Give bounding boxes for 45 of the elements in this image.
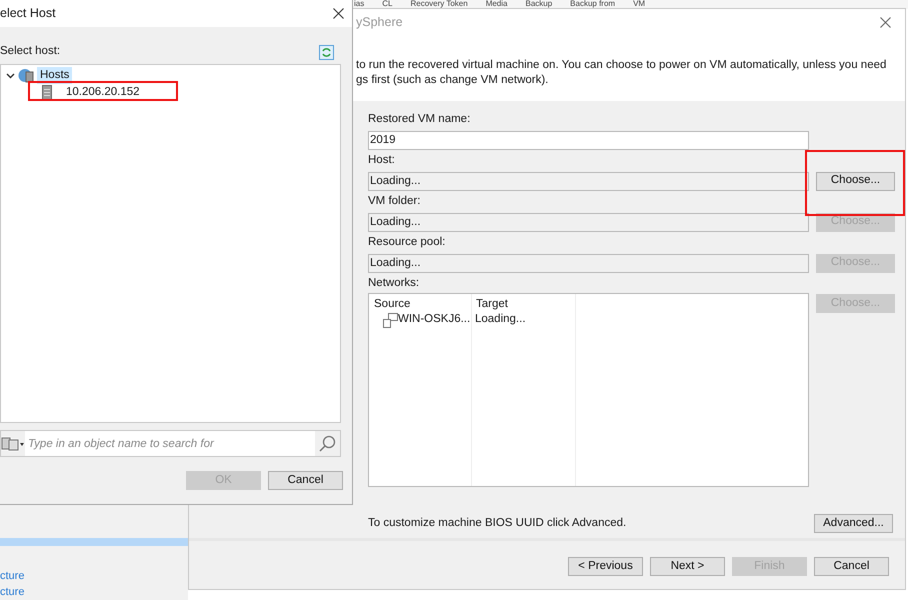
refresh-icon[interactable] xyxy=(319,44,334,60)
column-header: Recovery Token xyxy=(410,0,468,9)
column-header: CL xyxy=(382,0,392,9)
tree-item[interactable]: 10.206.20.152 xyxy=(63,84,143,102)
object-type-icon[interactable] xyxy=(1,436,25,450)
footer-button[interactable]: Next > xyxy=(650,557,725,576)
field-label: VM folder: xyxy=(368,194,422,209)
column-header: Backup from xyxy=(570,0,616,9)
field-label: Networks: xyxy=(368,276,420,291)
choose-button[interactable]: Choose... xyxy=(816,172,895,190)
search-icon[interactable] xyxy=(319,435,336,452)
choose-button[interactable]: Advanced... xyxy=(814,514,893,533)
dialog-title: elect Host xyxy=(0,5,56,22)
field-label: Host: xyxy=(368,153,396,168)
column-header: Media xyxy=(486,0,508,9)
nav-link[interactable]: cture xyxy=(0,568,188,584)
footer-button[interactable]: < Previous xyxy=(568,557,643,576)
footer-button[interactable]: Cancel xyxy=(814,557,889,576)
prompt-label: Select host: xyxy=(0,44,60,60)
column-header: Backup xyxy=(525,0,552,9)
column-header: Source xyxy=(374,297,412,312)
text-field[interactable]: Loading... xyxy=(368,172,809,190)
network-target: Loading... xyxy=(475,312,526,328)
close-icon[interactable] xyxy=(333,8,344,19)
column-header: VM xyxy=(633,0,646,9)
text-field[interactable]: 2019 xyxy=(368,130,809,150)
description-text: to run the recovered virtual machine on. You can choose to power on VM automatically, unless you need xyxy=(356,58,888,73)
text-field[interactable]: Loading... xyxy=(368,212,809,232)
column-header: Target xyxy=(476,297,509,312)
column-header: ias xyxy=(354,0,364,9)
description-text: gs first (such as change VM network). xyxy=(356,73,550,88)
window-title: ySphere xyxy=(356,14,403,31)
network-source: WIN-OSKJ6... xyxy=(398,312,472,328)
network-icon xyxy=(383,312,398,328)
close-icon[interactable] xyxy=(880,16,891,28)
nav-link[interactable]: cture xyxy=(0,584,188,600)
dialog-button[interactable]: Cancel xyxy=(268,471,343,490)
globe-server-icon xyxy=(18,68,34,83)
text-field[interactable]: Loading... xyxy=(368,254,809,272)
field-label: Resource pool: xyxy=(368,235,446,250)
hint-text: To customize machine BIOS UUID click Advanced. xyxy=(368,516,626,531)
field-label: Restored VM name: xyxy=(368,112,472,127)
search-field[interactable]: Type in an object name to search for xyxy=(25,431,315,456)
server-icon xyxy=(42,85,52,100)
chevron-icon[interactable] xyxy=(6,71,15,80)
